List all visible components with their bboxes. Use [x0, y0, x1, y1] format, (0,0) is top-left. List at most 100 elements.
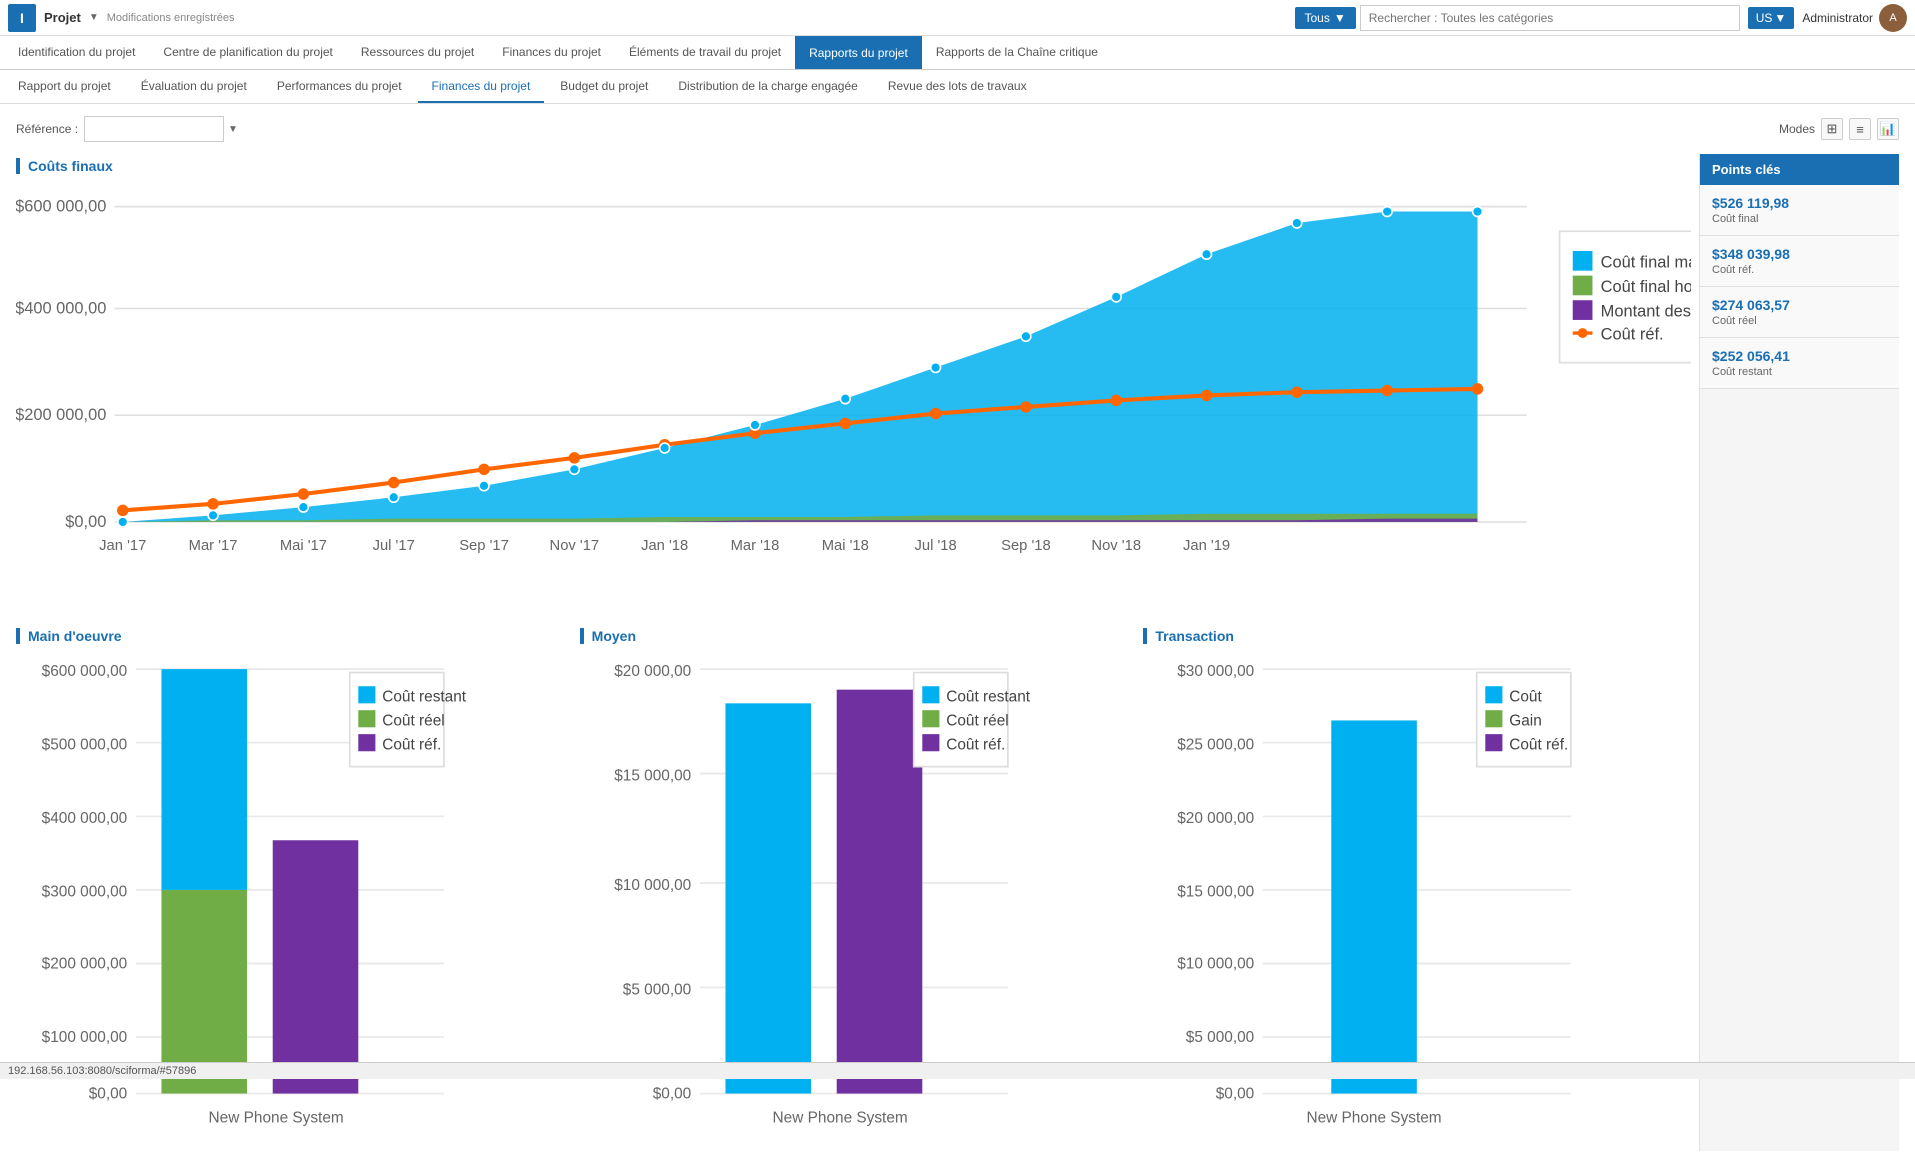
ref-select-wrap: ▼: [84, 116, 238, 142]
svg-text:$500 000,00: $500 000,00: [42, 736, 128, 753]
reference-select[interactable]: [84, 116, 224, 142]
nav-elements-travail[interactable]: Éléments de travail du projet: [615, 36, 795, 69]
nav-identification[interactable]: Identification du projet: [4, 36, 149, 69]
svg-text:$20 000,00: $20 000,00: [614, 662, 691, 679]
side-panel-cout-final-label: Coût final: [1712, 213, 1887, 225]
side-panel-cout-ref-label: Coût réf.: [1712, 264, 1887, 276]
top-bar: I Projet ▼ Modifications enregistrées To…: [0, 0, 1915, 36]
svg-text:$400 000,00: $400 000,00: [42, 810, 128, 827]
svg-text:Sep '17: Sep '17: [459, 538, 509, 554]
svg-text:$25 000,00: $25 000,00: [1178, 736, 1255, 753]
side-panel-header: Points clés: [1700, 154, 1899, 185]
saved-status: Modifications enregistrées: [107, 12, 1287, 24]
nav-centre-planification[interactable]: Centre de planification du projet: [149, 36, 346, 69]
svg-text:Coût réf.: Coût réf.: [1601, 326, 1664, 344]
locale-chevron-icon: ▼: [1774, 11, 1786, 25]
svg-text:Coût final hors main d'oeuvre: Coût final hors main d'oeuvre: [1601, 278, 1691, 296]
svg-text:Coût restant: Coût restant: [946, 688, 1031, 705]
svg-text:$300 000,00: $300 000,00: [42, 883, 128, 900]
search-input[interactable]: [1360, 5, 1740, 31]
svg-text:$20 000,00: $20 000,00: [1178, 810, 1255, 827]
subnav-rapport-projet[interactable]: Rapport du projet: [4, 70, 125, 103]
svg-text:Coût réel: Coût réel: [946, 712, 1008, 729]
svg-text:$100 000,00: $100 000,00: [42, 1029, 128, 1046]
modes-area: Modes ⊞ ≡ 📊: [1779, 118, 1899, 140]
svg-text:$400 000,00: $400 000,00: [16, 299, 106, 317]
svg-text:Gain: Gain: [1510, 712, 1543, 729]
project-title: Projet: [44, 10, 81, 25]
side-panel-cout-ref: $348 039,98 Coût réf.: [1700, 236, 1899, 287]
side-panel-cout-reel-value: $274 063,57: [1712, 297, 1887, 313]
svg-text:Jan '19: Jan '19: [1183, 538, 1230, 554]
subnav-distribution[interactable]: Distribution de la charge engagée: [664, 70, 871, 103]
svg-text:$600 000,00: $600 000,00: [42, 662, 128, 679]
modes-label: Modes: [1779, 122, 1815, 136]
svg-text:Montant des transactions: Montant des transactions: [1601, 303, 1691, 321]
mode-icon-grid[interactable]: ⊞: [1821, 118, 1843, 140]
svg-text:$200 000,00: $200 000,00: [16, 406, 106, 424]
filter-label: Tous: [1305, 11, 1330, 25]
side-panel-cout-final: $526 119,98 Coût final: [1700, 185, 1899, 236]
svg-text:Nov '17: Nov '17: [550, 538, 600, 554]
svg-text:Coût final main d'oeuvre: Coût final main d'oeuvre: [1601, 253, 1691, 271]
subnav-budget[interactable]: Budget du projet: [546, 70, 662, 103]
svg-text:$0,00: $0,00: [89, 1085, 128, 1102]
subnav-lots-travaux[interactable]: Revue des lots de travaux: [874, 70, 1041, 103]
subnav-evaluation[interactable]: Évaluation du projet: [127, 70, 261, 103]
svg-text:$0,00: $0,00: [1216, 1085, 1255, 1102]
svg-text:$5 000,00: $5 000,00: [622, 981, 690, 998]
svg-text:Jul '18: Jul '18: [914, 538, 956, 554]
svg-text:Jan '17: Jan '17: [99, 538, 146, 554]
side-panel-cout-restant: $252 056,41 Coût restant: [1700, 338, 1899, 389]
subnav-performances[interactable]: Performances du projet: [263, 70, 416, 103]
nav-ressources[interactable]: Ressources du projet: [347, 36, 488, 69]
svg-text:$15 000,00: $15 000,00: [1178, 883, 1255, 900]
svg-text:Jul '17: Jul '17: [373, 538, 415, 554]
ref-label: Référence :: [16, 122, 78, 136]
nav-rapports-chaine[interactable]: Rapports de la Chaîne critique: [922, 36, 1112, 69]
mode-icon-chart[interactable]: 📊: [1877, 118, 1899, 140]
svg-text:Mai '18: Mai '18: [822, 538, 869, 554]
nav-rapports-projet[interactable]: Rapports du projet: [795, 36, 922, 69]
svg-text:Coût restant: Coût restant: [382, 688, 467, 705]
side-panel-cout-restant-label: Coût restant: [1712, 366, 1887, 378]
svg-text:$0,00: $0,00: [652, 1085, 691, 1102]
reference-row: Référence : ▼ Modes ⊞ ≡ 📊: [16, 116, 1899, 142]
svg-text:New Phone System: New Phone System: [1307, 1109, 1442, 1126]
select-arrow-icon: ▼: [228, 124, 238, 135]
moyen-title: Moyen: [580, 628, 1128, 644]
user-area: Administrator A: [1802, 4, 1907, 32]
svg-text:$30 000,00: $30 000,00: [1178, 662, 1255, 679]
svg-text:Coût réel: Coût réel: [382, 712, 444, 729]
status-bar: 192.168.56.103:8080/sciforma/#57896: [0, 1062, 1915, 1079]
svg-text:Sep '18: Sep '18: [1001, 538, 1051, 554]
user-name: Administrator: [1802, 11, 1873, 25]
side-panel-cout-reel-label: Coût réel: [1712, 315, 1887, 327]
charts-and-panel: Coûts finaux $600 000,00 $400 000,00 $20…: [16, 154, 1899, 1151]
project-chevron-icon[interactable]: ▼: [89, 12, 99, 23]
svg-text:New Phone System: New Phone System: [209, 1109, 344, 1126]
side-panel-cout-restant-value: $252 056,41: [1712, 348, 1887, 364]
side-panel-cout-reel: $274 063,57 Coût réel: [1700, 287, 1899, 338]
sub-nav: Rapport du projet Évaluation du projet P…: [0, 70, 1915, 104]
charts-area: Coûts finaux $600 000,00 $400 000,00 $20…: [16, 154, 1699, 1151]
locale-label: US: [1756, 11, 1773, 25]
svg-text:$200 000,00: $200 000,00: [42, 955, 128, 972]
main-doeuvre-title: Main d'oeuvre: [16, 628, 564, 644]
svg-text:Mar '18: Mar '18: [731, 538, 780, 554]
locale-button[interactable]: US ▼: [1748, 7, 1795, 29]
status-url: 192.168.56.103:8080/sciforma/#57896: [8, 1065, 196, 1077]
svg-text:$15 000,00: $15 000,00: [614, 767, 691, 784]
couts-finaux-title: Coûts finaux: [16, 158, 1691, 174]
svg-text:$10 000,00: $10 000,00: [614, 876, 691, 893]
app-logo: I: [8, 4, 36, 32]
transaction-title: Transaction: [1143, 628, 1691, 644]
nav-finances[interactable]: Finances du projet: [488, 36, 615, 69]
subnav-finances[interactable]: Finances du projet: [418, 70, 545, 103]
avatar: A: [1879, 4, 1907, 32]
mode-icon-list[interactable]: ≡: [1849, 118, 1871, 140]
side-panel-cout-final-value: $526 119,98: [1712, 195, 1887, 211]
svg-text:Coût réf.: Coût réf.: [1510, 736, 1569, 753]
filter-button[interactable]: Tous ▼: [1295, 7, 1356, 29]
main-nav: Identification du projet Centre de plani…: [0, 36, 1915, 70]
